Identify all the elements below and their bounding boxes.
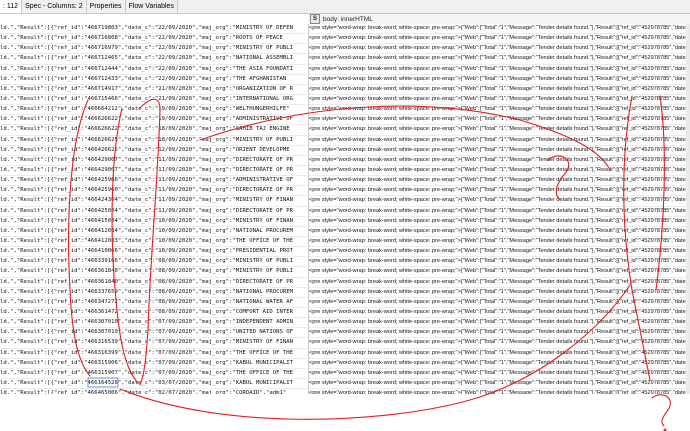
table-row[interactable]: <pre style="word-wrap: break-word; white… (309, 318, 690, 329)
table-row[interactable]: <pre style="word-wrap: break-word; white… (309, 176, 690, 187)
table-row[interactable]: ld.","Result":[{"ref_id":"466412083","da… (0, 237, 307, 248)
table-row[interactable]: ld.","Result":[{"ref_id":"466415004","da… (0, 217, 307, 227)
table-row[interactable]: <pre style="word-wrap: break-word; white… (309, 359, 690, 369)
table-row[interactable]: ld.","Result":[{"ref_id":"466410066","da… (0, 247, 307, 258)
table-row[interactable]: <pre style="word-wrap: break-word; white… (309, 125, 690, 136)
tab-bar: : 112 Spec - Columns: 2 Properties Flow Var… (0, 0, 690, 14)
table-row[interactable]: <pre style="word-wrap: break-word; white… (309, 288, 690, 298)
table-row[interactable]: ld.","Result":[{"ref_id":"466412084","da… (0, 227, 307, 237)
table-row[interactable]: <pre style="word-wrap: break-word; white… (309, 278, 690, 288)
table-row[interactable]: <pre style="word-wrap: break-word; white… (309, 24, 690, 35)
table-row[interactable]: ld.","Result":[{"ref_id":"466626625","da… (0, 136, 307, 146)
table-row[interactable]: <pre style="word-wrap: break-word; white… (309, 369, 690, 379)
vertical-scrollbar[interactable] (686, 24, 690, 394)
table-row[interactable]: ld.","Result":[{"ref_id":"466715466","da… (0, 95, 307, 106)
right-html-table[interactable]: <pre style="word-wrap: break-word; white… (308, 24, 690, 394)
table-row[interactable]: ld.","Result":[{"ref_id":"466626622","da… (0, 125, 307, 136)
table-row[interactable]: ld.","Result":[{"ref_id":"466425960","da… (0, 186, 307, 197)
table-row[interactable]: ld.","Result":[{"ref_id":"466361472","da… (0, 308, 307, 319)
table-row[interactable]: <pre style="word-wrap: break-word; white… (309, 146, 690, 156)
table-row[interactable]: ld.","Result":[{"ref_id":"466315907","da… (0, 369, 307, 379)
table-row[interactable]: <pre style="word-wrap: break-word; white… (309, 338, 690, 349)
table-row[interactable]: <pre style="word-wrap: break-word; white… (309, 115, 690, 126)
table-row[interactable]: ld.","Result":[{"ref_id":"466712444","da… (0, 65, 307, 75)
tab-4[interactable]: Flow Variables (126, 0, 178, 13)
table-row[interactable]: ld.","Result":[{"ref_id":"466339166","da… (0, 257, 307, 268)
table-row[interactable]: <pre style="word-wrap: break-word; white… (309, 196, 690, 207)
table-row[interactable]: <pre style="word-wrap: break-word; white… (309, 166, 690, 177)
table-row[interactable]: <pre style="word-wrap: break-word; white… (309, 217, 690, 227)
table-row[interactable]: ld.","Result":[{"ref_id":"466316539","da… (0, 338, 307, 349)
table-row[interactable]: ld.","Result":[{"ref_id":"466424304","da… (0, 196, 307, 207)
table-row[interactable]: <pre style="word-wrap: break-word; white… (309, 44, 690, 55)
table-row[interactable]: <pre style="word-wrap: break-word; white… (309, 65, 690, 75)
tab-3[interactable]: Properties (87, 0, 126, 13)
table-row[interactable]: <pre style="word-wrap: break-word; white… (309, 267, 690, 278)
table-row[interactable]: ld.","Result":[{"ref_id":"466429007","da… (0, 166, 307, 177)
table-row[interactable]: ld.","Result":[{"ref_id":"466425004","da… (0, 207, 307, 217)
tab-1[interactable]: : 112 (0, 0, 23, 13)
table-row[interactable]: ld.","Result":[{"ref_id":"466307010","da… (0, 318, 307, 329)
left-data-table[interactable]: ld.","Result":[{"ref_id":"466719803","da… (0, 24, 307, 394)
table-row[interactable]: ld.","Result":[{"ref_id":"466361840","da… (0, 267, 307, 278)
table-row[interactable]: <pre style="word-wrap: break-word; white… (309, 298, 690, 308)
table-row[interactable]: ld.","Result":[{"ref_id":"466361840","da… (0, 278, 307, 288)
table-row[interactable]: ld.","Result":[{"ref_id":"466714917","da… (0, 85, 307, 95)
table-row[interactable]: ld.","Result":[{"ref_id":"466429007","da… (0, 156, 307, 166)
table-row[interactable]: <pre style="word-wrap: break-word; white… (309, 308, 690, 319)
table-row[interactable]: <pre style="word-wrap: break-word; white… (309, 75, 690, 85)
table-row[interactable]: <pre style="word-wrap: break-word; white… (309, 257, 690, 268)
table-row[interactable]: ld.","Result":[{"ref_id":"466337659","da… (0, 288, 307, 298)
table-row[interactable]: <pre style="word-wrap: break-word; white… (309, 237, 690, 248)
table-row[interactable]: ld.","Result":[{"ref_id":"466316399","da… (0, 349, 307, 359)
table-row[interactable]: ld.","Result":[{"ref_id":"466716979","da… (0, 44, 307, 55)
table-row[interactable]: ld.","Result":[{"ref_id":"466712433","da… (0, 75, 307, 85)
table-row[interactable]: <pre style="word-wrap: break-word; white… (309, 95, 690, 106)
table-row[interactable]: ld.","Result":[{"ref_id":"466307010","da… (0, 328, 307, 339)
empty-table-area (0, 394, 690, 431)
table-row[interactable]: ld.","Result":[{"ref_id":"466425966","da… (0, 176, 307, 187)
table-row[interactable]: ld.","Result":[{"ref_id":"466315906","da… (0, 359, 307, 369)
table-row[interactable]: <pre style="word-wrap: break-word; white… (309, 186, 690, 197)
table-row[interactable]: <pre style="word-wrap: break-word; white… (309, 207, 690, 217)
table-row[interactable]: <pre style="word-wrap: break-word; white… (309, 328, 690, 339)
table-row[interactable]: <pre style="word-wrap: break-word; white… (309, 34, 690, 45)
table-row[interactable]: <pre style="word-wrap: break-word; white… (309, 156, 690, 166)
table-row[interactable]: ld.","Result":[{"ref_id":"466712465","da… (0, 54, 307, 65)
table-row[interactable]: ld.","Result":[{"ref_id":"466426625","da… (0, 146, 307, 156)
table-row[interactable]: ld.","Result":[{"ref_id":"466626622","da… (0, 115, 307, 126)
path-label[interactable]: body: innerHTML (323, 16, 373, 23)
table-row[interactable]: <pre style="word-wrap: break-word; white… (309, 136, 690, 146)
table-row[interactable]: <pre style="word-wrap: break-word; white… (309, 85, 690, 95)
table-row[interactable]: ld.","Result":[{"ref_id":"466164526","da… (0, 379, 307, 390)
table-row[interactable]: <pre style="word-wrap: break-word; white… (309, 349, 690, 359)
table-row[interactable]: <pre style="word-wrap: break-word; white… (309, 105, 690, 116)
tab-2[interactable]: Spec - Columns: 2 (22, 0, 87, 13)
selector-icon: S (310, 14, 320, 24)
table-row[interactable]: ld.","Result":[{"ref_id":"466716808","da… (0, 34, 307, 45)
table-row[interactable]: ld.","Result":[{"ref_id":"466664212","da… (0, 105, 307, 116)
table-row[interactable]: ld.","Result":[{"ref_id":"466719803","da… (0, 24, 307, 35)
table-row[interactable]: <pre style="word-wrap: break-word; white… (309, 247, 690, 258)
table-row[interactable]: <pre style="word-wrap: break-word; white… (309, 54, 690, 65)
table-row[interactable]: <pre style="word-wrap: break-word; white… (309, 379, 690, 390)
table-row[interactable]: ld.","Result":[{"ref_id":"466347272","da… (0, 298, 307, 308)
table-row[interactable]: <pre style="word-wrap: break-word; white… (309, 227, 690, 237)
